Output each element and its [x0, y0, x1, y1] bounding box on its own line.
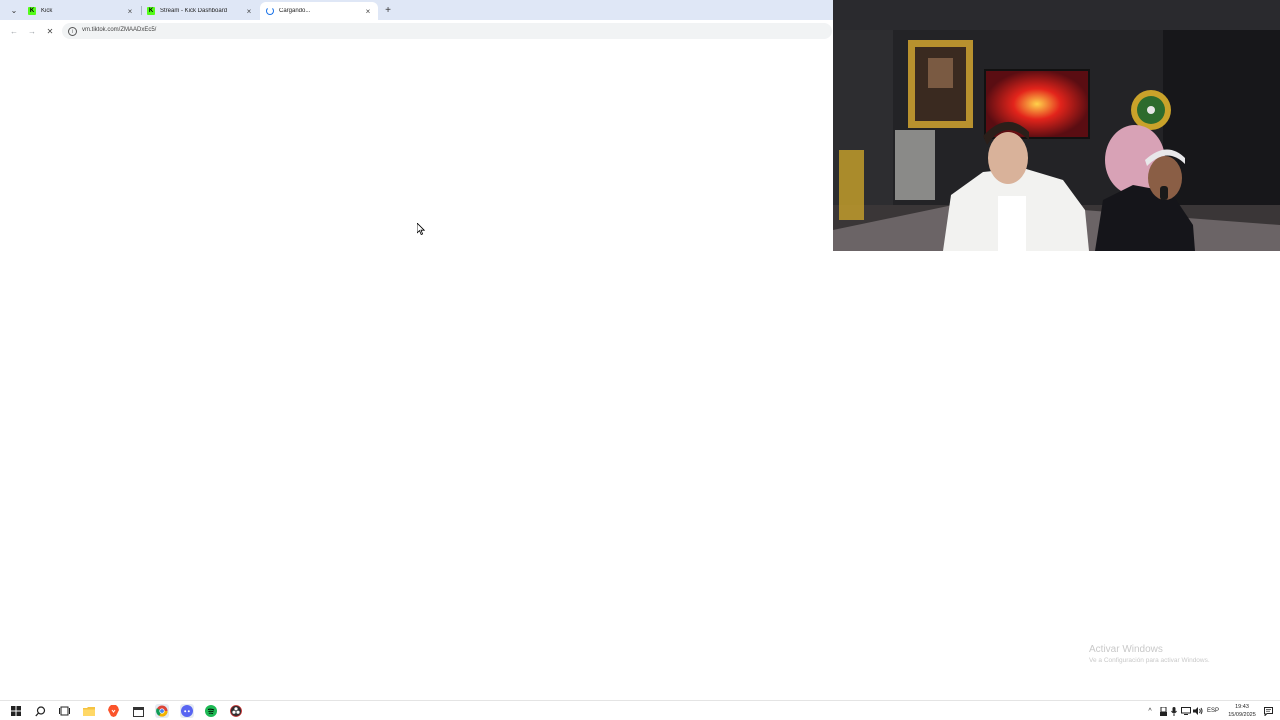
notifications-icon[interactable] [1263, 705, 1273, 717]
microphone-icon[interactable] [1169, 705, 1179, 717]
obs-icon[interactable] [229, 704, 243, 718]
tab-title: Cargando... [279, 8, 311, 14]
kick-icon: K [147, 7, 155, 15]
webcam-overlay [833, 0, 1280, 251]
task-view-icon[interactable] [57, 704, 71, 718]
tab-loading[interactable]: Cargando... × [260, 2, 378, 20]
taskbar: ^ ESP 19:43 15/09/2025 [0, 700, 1280, 720]
tab-title: Kick [41, 8, 53, 14]
taskbar-clock[interactable]: 19:43 15/09/2025 [1222, 703, 1262, 719]
forward-arrow-icon[interactable]: → [26, 25, 38, 37]
close-icon[interactable]: × [245, 7, 253, 16]
volume-icon[interactable] [1193, 705, 1203, 717]
watermark-subtitle: Ve a Configuración para activar Windows. [1089, 657, 1210, 664]
new-tab-plus-icon[interactable]: + [383, 4, 393, 16]
site-info-icon[interactable]: i [68, 27, 77, 36]
usb-device-icon[interactable] [1158, 705, 1168, 717]
network-icon[interactable] [1181, 705, 1191, 717]
close-icon[interactable]: × [364, 7, 372, 16]
stop-loading-icon[interactable]: ✕ [44, 25, 56, 37]
windows-activation-watermark: Activar Windows Ve a Configuración para … [1089, 644, 1210, 664]
address-bar-url: vm.tiktok.com/ZMAADxEc5/ [82, 27, 157, 33]
back-arrow-icon[interactable]: ← [8, 25, 20, 37]
clock-date: 15/09/2025 [1228, 712, 1256, 718]
chrome-icon[interactable] [155, 704, 169, 718]
windows-start-icon[interactable] [9, 704, 23, 718]
address-bar[interactable]: i vm.tiktok.com/ZMAADxEc5/ [62, 23, 832, 39]
language-indicator[interactable]: ESP [1206, 705, 1220, 717]
spotify-icon[interactable] [204, 704, 218, 718]
search-icon[interactable] [33, 704, 47, 718]
show-hidden-icons-chevron-up-icon[interactable]: ^ [1145, 705, 1155, 717]
tab-search-chevron-down-icon[interactable]: ⌄ [8, 4, 20, 16]
calendar-icon[interactable] [131, 704, 145, 718]
close-icon[interactable]: × [126, 7, 134, 16]
loading-spinner-icon [266, 7, 274, 15]
webcam-scene [833, 0, 1280, 251]
clock-time: 19:43 [1235, 704, 1249, 710]
kick-icon: K [28, 7, 36, 15]
tab-title: Stream - Kick Dashboard [160, 8, 228, 14]
discord-icon[interactable] [180, 704, 194, 718]
tab-kick[interactable]: K Kick × [22, 2, 140, 20]
watermark-title: Activar Windows [1089, 644, 1163, 655]
tab-kick-dashboard[interactable]: K Stream - Kick Dashboard × [141, 2, 259, 20]
brave-icon[interactable] [106, 704, 120, 718]
mouse-cursor-icon [416, 222, 426, 240]
file-explorer-icon[interactable] [82, 704, 96, 718]
